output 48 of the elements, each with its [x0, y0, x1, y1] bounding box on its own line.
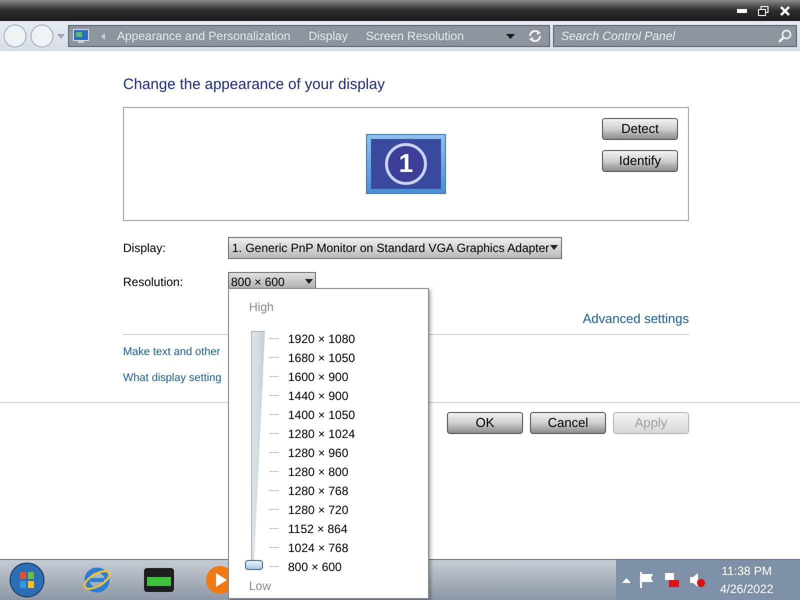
network-icon[interactable] [664, 572, 680, 588]
caret-icon [550, 245, 558, 250]
help-link[interactable]: What display setting [123, 370, 222, 386]
dialog-button[interactable]: OK [447, 412, 523, 434]
display-label: Display: [123, 240, 167, 256]
page-heading: Change the appearance of your display [123, 75, 385, 95]
slider-thumb[interactable] [245, 560, 263, 570]
dialog-button[interactable]: Identify [602, 150, 678, 172]
history-caret-icon[interactable] [57, 34, 65, 38]
help-link[interactable]: Make text and other [123, 344, 220, 360]
monitor-icon[interactable]: 1 [366, 134, 446, 194]
high-label: High [249, 299, 274, 316]
resolution-label: Resolution: [123, 274, 184, 290]
monitor-number: 1 [385, 142, 427, 184]
resolution-option[interactable]: 800 × 600 [280, 558, 342, 576]
flag-icon[interactable] [640, 572, 655, 588]
start-orb-icon[interactable] [9, 562, 45, 598]
resolution-option[interactable]: 1400 × 1050 [280, 406, 356, 424]
refresh-icon[interactable] [527, 28, 543, 44]
resolution-option[interactable]: 1600 × 900 [280, 368, 348, 386]
display-dropdown[interactable]: 1. Generic PnP Monitor on Standard VGA Graphics Adapter [228, 236, 562, 258]
dialog-button[interactable]: Detect [602, 118, 678, 140]
low-label: Low [249, 578, 272, 595]
dialog-button[interactable]: Cancel [530, 412, 606, 434]
resolution-option[interactable]: 1280 × 768 [280, 482, 348, 500]
resolution-option[interactable]: 1680 × 1050 [280, 348, 356, 366]
resolution-option[interactable]: 1920 × 1080 [280, 330, 356, 348]
restore-icon[interactable] [758, 6, 769, 16]
resolution-option[interactable]: 1280 × 960 [280, 444, 348, 462]
dropdown-caret-icon[interactable] [506, 34, 515, 38]
close-icon[interactable] [780, 6, 790, 16]
show-hidden-icons-icon[interactable] [622, 578, 631, 582]
control-panel-icon [73, 29, 89, 43]
forward-icon[interactable] [30, 24, 54, 48]
resolution-option[interactable]: 1440 × 900 [280, 386, 348, 404]
back-icon[interactable] [3, 24, 27, 48]
resolution-option[interactable]: 1152 × 864 [280, 520, 348, 538]
resolution-option[interactable]: 1280 × 720 [280, 500, 348, 518]
advanced-settings-link[interactable]: Advanced settings [582, 308, 689, 328]
chevron-icon [101, 32, 105, 40]
resolution-option[interactable]: 1280 × 1024 [280, 424, 356, 442]
speaker-muted-icon[interactable] [689, 572, 705, 588]
caret-icon [305, 279, 313, 284]
minimize-icon[interactable] [737, 8, 747, 12]
search-icon[interactable] [778, 29, 792, 43]
browser-e-icon[interactable] [83, 566, 111, 594]
resolution-option[interactable]: 1024 × 768 [280, 538, 348, 556]
resolution-option[interactable]: 1280 × 800 [280, 462, 348, 480]
